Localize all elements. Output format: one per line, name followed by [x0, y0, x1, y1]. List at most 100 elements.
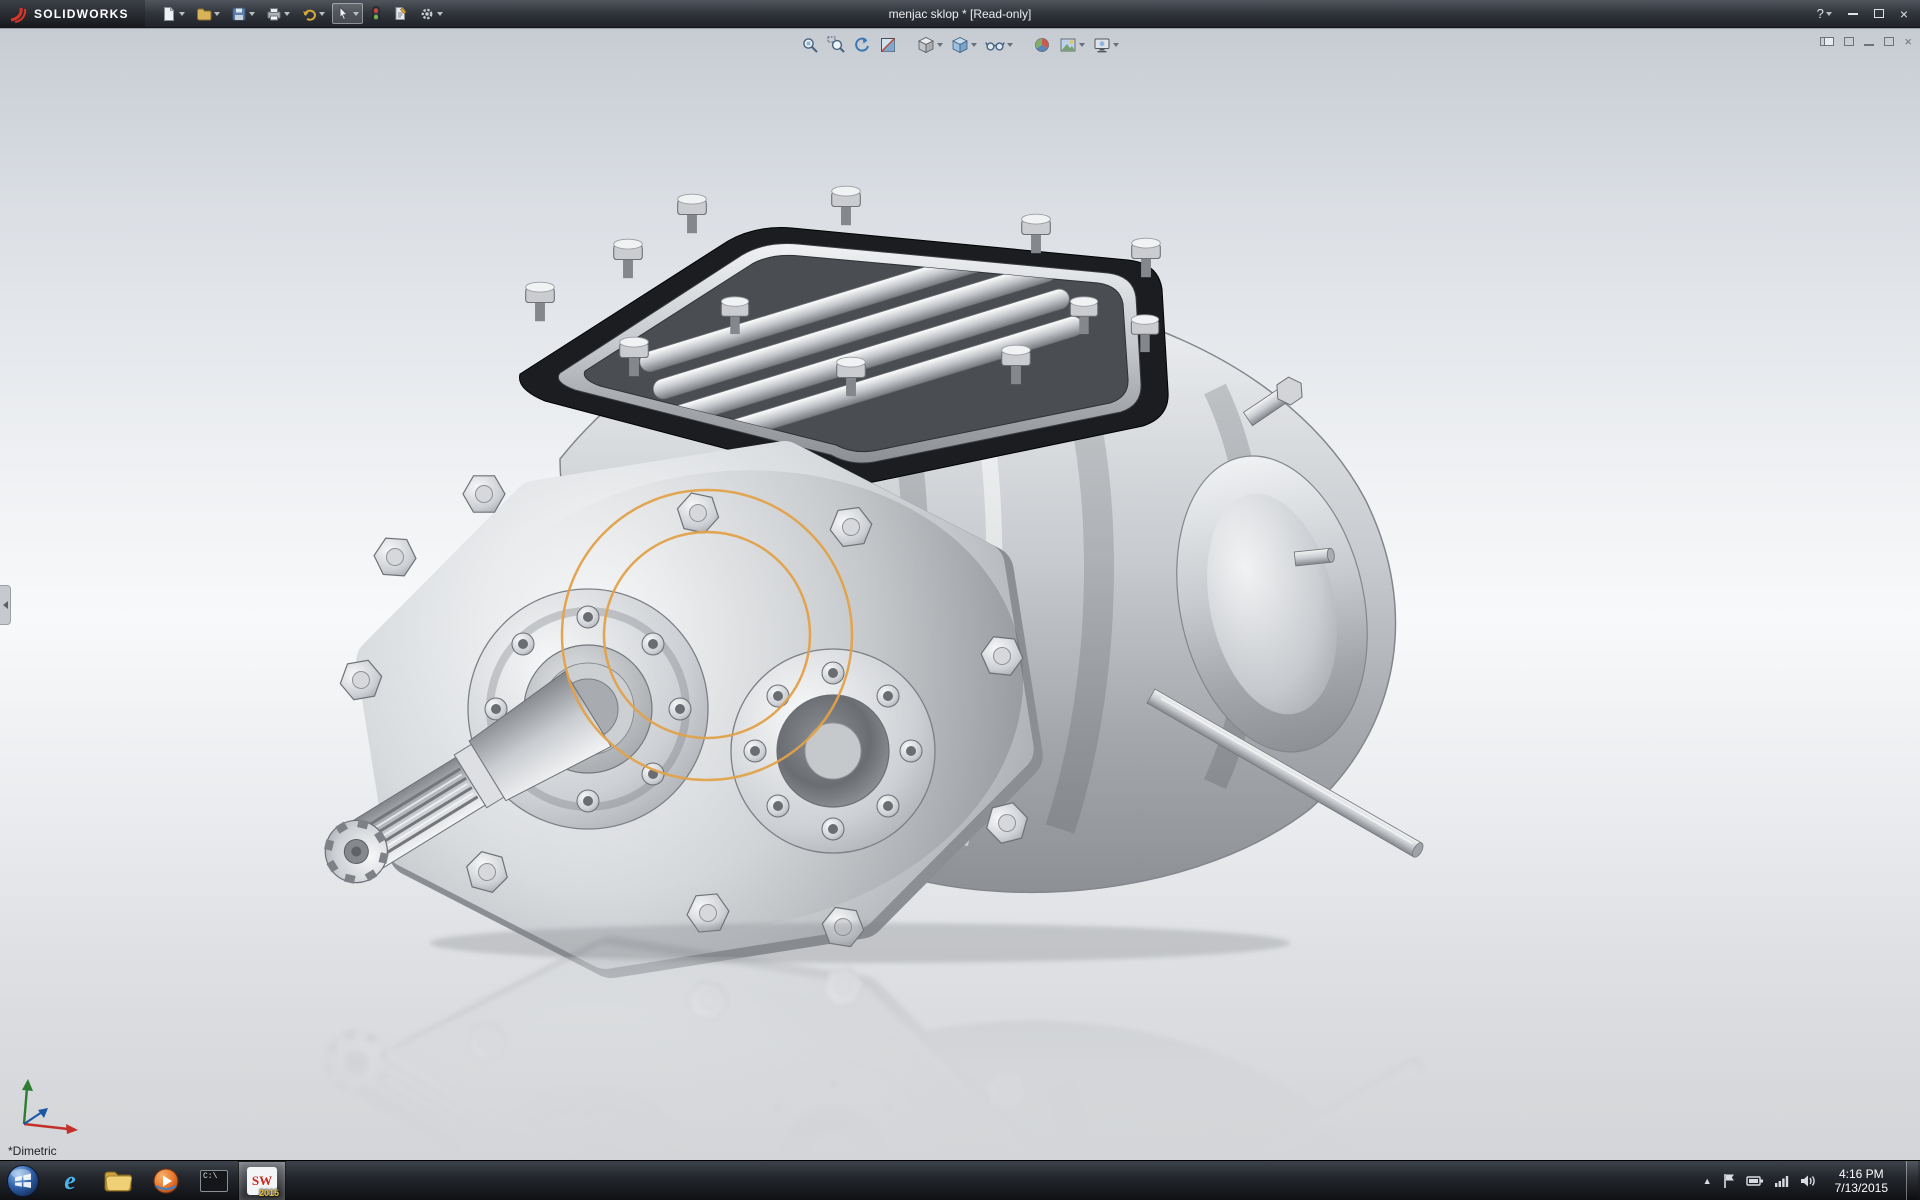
undo-arrow-icon [301, 6, 317, 22]
brand-text: SOLIDWORKS [34, 7, 129, 21]
solidworks-window: SOLIDWORKS [0, 0, 1920, 1200]
chevron-down-icon [1113, 43, 1119, 47]
internet-explorer-icon: e [64, 1166, 76, 1196]
doc-minimize-button[interactable] [1864, 33, 1874, 51]
start-button[interactable] [0, 1161, 46, 1200]
new-document-icon [161, 6, 177, 22]
file-properties-button[interactable] [389, 3, 412, 24]
taskbar-item-command-prompt[interactable]: C:\ [190, 1161, 238, 1200]
view-orientation-button[interactable] [915, 35, 945, 55]
chevron-down-icon [179, 12, 185, 16]
feature-manager-collapse-tab[interactable] [0, 585, 11, 625]
edit-appearance-button[interactable] [1031, 35, 1053, 55]
select-cursor-icon [336, 6, 351, 21]
new-button[interactable] [157, 3, 189, 25]
media-player-icon [152, 1167, 180, 1195]
gearbox-model[interactable] [306, 186, 1425, 981]
model-shadow [430, 923, 1290, 963]
chevron-down-icon [319, 12, 325, 16]
help-icon: ? [1817, 6, 1824, 21]
doc-close-button[interactable]: × [1904, 37, 1912, 47]
3d-viewport[interactable] [0, 29, 1920, 1160]
chevron-down-icon [353, 12, 359, 16]
command-prompt-glyph: C:\ [203, 1172, 217, 1181]
command-prompt-icon: C:\ [200, 1170, 228, 1192]
tile-icon [1844, 37, 1854, 46]
document-window-controls: × [1820, 33, 1912, 51]
select-button[interactable] [332, 3, 363, 24]
hide-show-glasses-icon [985, 36, 1005, 54]
show-hidden-icons-button[interactable]: ▲ [1703, 1176, 1712, 1186]
options-gear-icon [419, 6, 435, 22]
volume-icon[interactable] [1800, 1174, 1817, 1188]
battery-icon[interactable] [1746, 1174, 1764, 1188]
close-button[interactable]: × [1900, 9, 1908, 19]
edit-appearance-ball-icon [1033, 36, 1051, 54]
taskbar-item-file-explorer[interactable] [94, 1161, 142, 1200]
undo-button[interactable] [297, 3, 329, 25]
zoom-to-fit-button[interactable] [799, 35, 821, 55]
help-button[interactable]: ? [1817, 6, 1832, 21]
clock-time: 4:16 PM [1835, 1167, 1888, 1181]
solidworks-app-icon: SW 2015 [247, 1167, 277, 1195]
options-button[interactable] [415, 3, 447, 25]
display-style-cube-icon [951, 36, 969, 54]
cascade-windows-button[interactable] [1820, 33, 1834, 51]
solidworks-year-badge: 2015 [259, 1188, 279, 1198]
network-icon[interactable] [1774, 1174, 1790, 1188]
close-icon: × [1900, 9, 1908, 19]
apply-scene-button[interactable] [1057, 35, 1087, 55]
action-center-flag-icon[interactable] [1722, 1173, 1736, 1189]
doc-restore-button[interactable] [1884, 33, 1894, 51]
view-settings-icon [1093, 36, 1111, 54]
open-button[interactable] [192, 3, 224, 25]
cascade-icon [1824, 37, 1834, 46]
maximize-button[interactable] [1874, 9, 1884, 18]
taskbar-clock[interactable]: 4:16 PM 7/13/2015 [1827, 1167, 1896, 1195]
tile-windows-button[interactable] [1844, 33, 1854, 51]
chevron-down-icon [437, 12, 443, 16]
reference-triad [12, 1074, 82, 1138]
show-desktop-button[interactable] [1906, 1161, 1918, 1200]
taskbar-item-internet-explorer[interactable]: e [46, 1161, 94, 1200]
print-button[interactable] [262, 3, 294, 25]
display-style-button[interactable] [949, 35, 979, 55]
close-icon: × [1904, 34, 1912, 49]
open-folder-icon [196, 6, 212, 22]
section-view-icon [879, 36, 897, 54]
system-tray: ▲ 4:16 PM 7/13/2015 [1703, 1161, 1920, 1200]
heads-up-view-toolbar [799, 35, 1121, 55]
zoom-to-area-button[interactable] [825, 35, 847, 55]
hide-show-items-button[interactable] [983, 35, 1015, 55]
rebuild-button[interactable] [366, 3, 386, 25]
graphics-area: × *Dimetric [0, 28, 1920, 1160]
previous-view-button[interactable] [851, 35, 873, 55]
chevron-down-icon [937, 43, 943, 47]
chevron-left-icon [3, 601, 8, 609]
floor-fade [0, 957, 1920, 1160]
apply-scene-icon [1059, 36, 1077, 54]
solidworks-logo-icon [8, 5, 28, 23]
taskbar-item-solidworks-2015[interactable]: SW 2015 [238, 1161, 286, 1200]
minimize-icon [1848, 13, 1858, 15]
view-orientation-label: *Dimetric [8, 1144, 57, 1158]
chevron-down-icon [1007, 43, 1013, 47]
quick-access-toolbar [157, 3, 447, 25]
taskbar: e C:\ [0, 1160, 1920, 1200]
minimize-icon [1864, 44, 1874, 46]
section-view-button[interactable] [877, 35, 899, 55]
chevron-down-icon [214, 12, 220, 16]
taskbar-item-media-player[interactable] [142, 1161, 190, 1200]
window-title: menjac sklop * [Read-only] [889, 7, 1032, 21]
file-properties-icon [393, 6, 408, 21]
zoom-to-area-icon [827, 36, 845, 54]
minimize-button[interactable] [1848, 13, 1858, 15]
save-button[interactable] [227, 3, 259, 25]
view-orientation-cube-icon [917, 36, 935, 54]
restore-icon [1884, 37, 1894, 46]
chevron-down-icon [1079, 43, 1085, 47]
chevron-down-icon [971, 43, 977, 47]
title-bar: SOLIDWORKS [0, 0, 1920, 28]
view-settings-button[interactable] [1091, 35, 1121, 55]
chevron-down-icon [284, 12, 290, 16]
